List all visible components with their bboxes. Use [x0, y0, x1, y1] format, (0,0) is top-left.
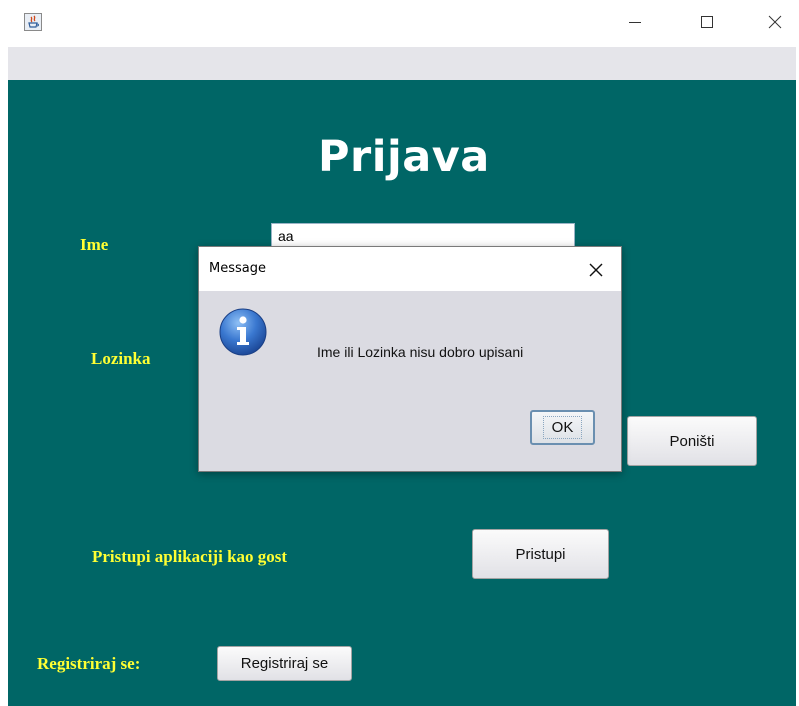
username-label: Ime	[80, 235, 109, 254]
dialog-close-icon[interactable]	[583, 257, 609, 283]
minimize-icon[interactable]	[612, 0, 658, 44]
register-button[interactable]: Registriraj se	[217, 646, 352, 681]
maximize-icon[interactable]	[684, 0, 730, 44]
window-titlebar[interactable]	[0, 0, 799, 47]
ok-button[interactable]: OK	[530, 410, 595, 445]
java-icon	[24, 13, 42, 31]
ok-button-label: OK	[542, 416, 583, 439]
password-label: Lozinka	[91, 349, 151, 368]
info-icon	[218, 307, 268, 357]
menu-bar	[8, 47, 796, 80]
dialog-titlebar[interactable]: Message	[199, 247, 621, 291]
guest-access-label: Pristupi aplikaciji kao gost	[92, 547, 288, 566]
message-dialog: Message Ime ili Lozinka nisu dobro upisa…	[198, 246, 622, 472]
close-icon[interactable]	[752, 0, 798, 44]
application-window: Prijava Ime aa Lozinka Poništi Pristupi …	[0, 0, 799, 706]
cancel-button[interactable]: Poništi	[627, 416, 757, 466]
dialog-message: Ime ili Lozinka nisu dobro upisani	[317, 344, 524, 360]
guest-access-button[interactable]: Pristupi	[472, 529, 609, 579]
register-label: Registriraj se:	[37, 654, 141, 673]
page-title: Prijava	[318, 132, 490, 182]
dialog-title: Message	[209, 261, 266, 276]
